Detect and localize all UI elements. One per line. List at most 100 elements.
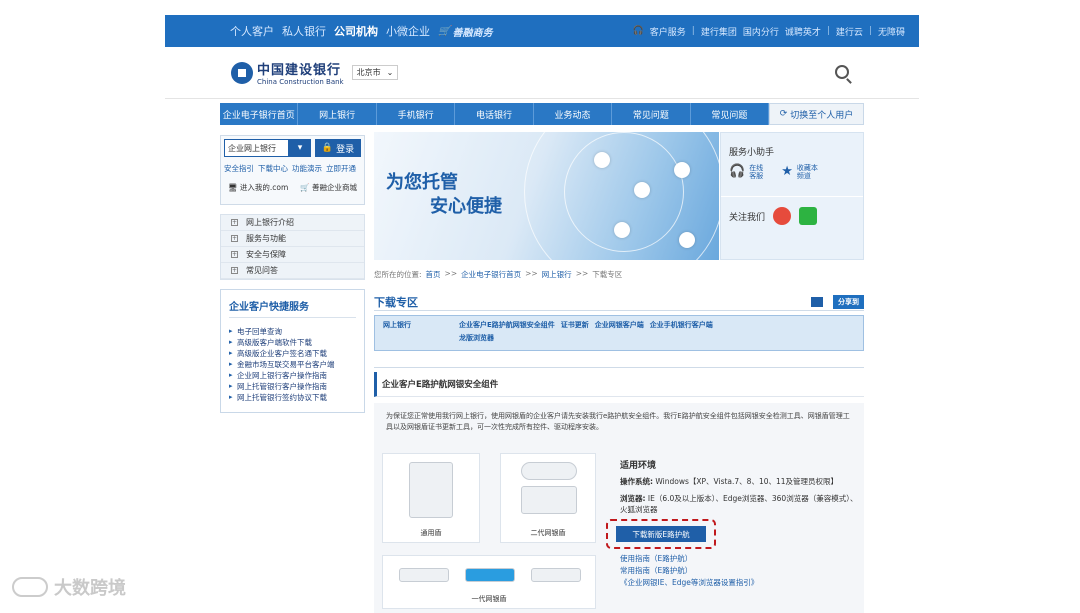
link-enter-my[interactable]: 🖥 进入我的.com (228, 182, 288, 193)
tab-browser[interactable]: 龙版浏览器 (459, 333, 494, 343)
link-accessibility[interactable]: 无障碍 (878, 25, 905, 38)
nav-switch-personal[interactable]: ⟳ 切换至个人用户 (769, 103, 864, 125)
plus-icon: + (231, 251, 238, 258)
main-nav: 企业电子银行首页 网上银行 手机银行 电话银行 业务动态 常见问题 常见问题 ⟳… (220, 103, 864, 125)
cart-icon: 🛒 (300, 183, 310, 192)
weibo-icon[interactable] (773, 207, 792, 225)
link-branch[interactable]: 国内分行 (743, 25, 779, 38)
breadcrumb-corp[interactable]: 企业电子银行首页 (461, 269, 521, 280)
list-item[interactable]: 企业网上银行客户操作指南 (229, 370, 356, 381)
ccb-logo-icon (231, 61, 253, 84)
side-menu-item[interactable]: + 安全与保障 (221, 247, 364, 263)
enter-label: 进入我的.com (239, 183, 289, 192)
list-item[interactable]: 网上托管银行客户操作指南 (229, 381, 356, 392)
separator: | (691, 26, 695, 36)
quick-service-title: 企业客户快捷服务 (229, 298, 356, 318)
service-helper: 服务小助手 🎧 在线客服 ★ 收藏本频道 关注我们 (720, 132, 864, 260)
link-download-center[interactable]: 下载中心 (258, 163, 288, 174)
top-nav-corporate[interactable]: 公司机构 (334, 23, 378, 39)
list-item[interactable]: 高级版企业客户签名通下载 (229, 348, 356, 359)
search-icon[interactable] (835, 65, 849, 79)
link-open-now[interactable]: 立即开通 (326, 163, 356, 174)
env-browser: 浏览器: IE（6.0及以上版本）、Edge浏览器、360浏览器（兼容模式）、火… (620, 493, 860, 515)
device-card-universal[interactable]: 通用盾 (382, 453, 480, 543)
login-button[interactable]: 🔒 登录 (315, 139, 361, 157)
side-menu-item[interactable]: + 常见问答 (221, 263, 364, 279)
usb-key-icon (409, 462, 453, 518)
breadcrumb-current: 下载专区 (592, 270, 623, 279)
plus-icon: + (231, 267, 238, 274)
nav-news[interactable]: 业务动态 (534, 103, 613, 125)
download-e-guard-button[interactable]: 下载新版E路护航 (616, 526, 706, 542)
nav-phone-bank[interactable]: 电话银行 (455, 103, 534, 125)
separator: | (826, 26, 830, 36)
banner-bubble-icon (634, 182, 650, 198)
wechat-icon[interactable] (799, 207, 818, 225)
nav-mobile-bank[interactable]: 手机银行 (377, 103, 456, 125)
guide-link-browser[interactable]: 《企业网银IE、Edge等浏览器设置指引》 (620, 577, 758, 589)
guide-link-use[interactable]: 使用指南（E路护航） (620, 553, 758, 565)
side-menu-item[interactable]: + 服务与功能 (221, 231, 364, 247)
banner-bubble-icon (594, 152, 610, 168)
top-nav-personal[interactable]: 个人客户 (230, 23, 274, 39)
helper-row: 🎧 在线客服 ★ 收藏本频道 (721, 164, 863, 180)
guide-link-common[interactable]: 常用指南（E路护航） (620, 565, 758, 577)
promo-banner[interactable]: 为您托管 安心便捷 (374, 132, 719, 260)
breadcrumb-home[interactable]: 首页 (426, 269, 441, 280)
breadcrumb-online[interactable]: 网上银行 (542, 269, 572, 280)
list-item[interactable]: 金融市场互联交易平台客户端 (229, 359, 356, 370)
nav-faq-2[interactable]: 常见问题 (691, 103, 770, 125)
watermark-text: 大数跨境 (54, 578, 126, 599)
nav-corp-home[interactable]: 企业电子银行首页 (220, 103, 299, 125)
list-item[interactable]: 网上托管银行签约协议下载 (229, 392, 356, 403)
print-icon[interactable] (811, 296, 823, 307)
nav-online-bank[interactable]: 网上银行 (298, 103, 377, 125)
share-button[interactable]: 分享到 (833, 294, 864, 309)
list-item[interactable]: 电子回单查询 (229, 326, 356, 337)
login-label: 登录 (336, 144, 355, 155)
top-nav-small[interactable]: 小微企业 (386, 23, 430, 39)
top-nav-shop[interactable]: 🛒 善融商务 (438, 24, 492, 39)
watermark: 大数跨境 (12, 574, 126, 600)
tab-e-guard[interactable]: 企业客户E路护航网银安全组件 (459, 320, 555, 330)
bank-logo[interactable]: 中国建设银行 China Construction Bank (231, 59, 344, 86)
star-icon: ★ (781, 164, 793, 179)
tab-cert[interactable]: 证书更新 (561, 320, 589, 330)
plus-icon: + (231, 235, 238, 242)
login-row: 企业网上银行 ▾ 🔒 登录 (224, 139, 361, 157)
link-security-guide[interactable]: 安全指引 (224, 163, 254, 174)
menu-label: 安全与保障 (246, 250, 286, 259)
device-card-gen1[interactable]: 一代网银盾 (382, 555, 596, 609)
monitor-icon: 🖥 (228, 183, 238, 192)
refresh-icon: ⟳ (779, 109, 788, 119)
login-type-select[interactable]: 企业网上银行 (224, 139, 289, 157)
chevron-down-icon: ⌄ (386, 68, 394, 77)
link-jobs[interactable]: 诚聘英才 (785, 25, 821, 38)
nav-faq[interactable]: 常见问题 (612, 103, 691, 125)
link-cloud[interactable]: 建行云 (836, 25, 863, 38)
top-nav-private[interactable]: 私人银行 (282, 23, 326, 39)
link-corp-shop[interactable]: 🛒 善融企业商城 (300, 182, 357, 193)
tab-mobile[interactable]: 企业手机银行客户端 (650, 320, 713, 330)
device-card-gen2[interactable]: 二代网银盾 (500, 453, 596, 543)
env-os: 操作系统: Windows【XP、Vista.7、8、10、11及管理员权限】 (620, 476, 860, 487)
headset-icon: 🎧 (632, 26, 644, 36)
collect-link[interactable]: ★ 收藏本频道 (781, 164, 819, 180)
online-service-link[interactable]: 🎧 在线客服 (729, 164, 767, 180)
city-select[interactable]: 北京市 ⌄ (351, 65, 399, 80)
link-customer-service[interactable]: 客户服务 (650, 25, 686, 38)
tab-online-bank[interactable]: 网上银行 (383, 320, 453, 330)
chevron-down-icon[interactable]: ▾ (289, 139, 311, 157)
env-title: 适用环境 (620, 461, 657, 471)
logo-cn: 中国建设银行 (257, 63, 342, 78)
link-group[interactable]: 建行集团 (701, 25, 737, 38)
e-guard-section: 企业客户E路护航网银安全组件 为保证您正常使用我行网上银行，使用网银盾的企业客户… (374, 367, 864, 613)
city-value: 北京市 (356, 68, 381, 77)
browser-label: 浏览器: (620, 494, 646, 503)
list-item[interactable]: 高级版客户端软件下载 (229, 337, 356, 348)
card-caption: 通用盾 (420, 529, 442, 537)
tab-client[interactable]: 企业网银客户端 (595, 320, 644, 330)
login-extra: 🖥 进入我的.com 🛒 善融企业商城 (224, 182, 361, 193)
link-demo[interactable]: 功能演示 (292, 163, 322, 174)
side-menu-item[interactable]: + 网上银行介绍 (221, 215, 364, 231)
